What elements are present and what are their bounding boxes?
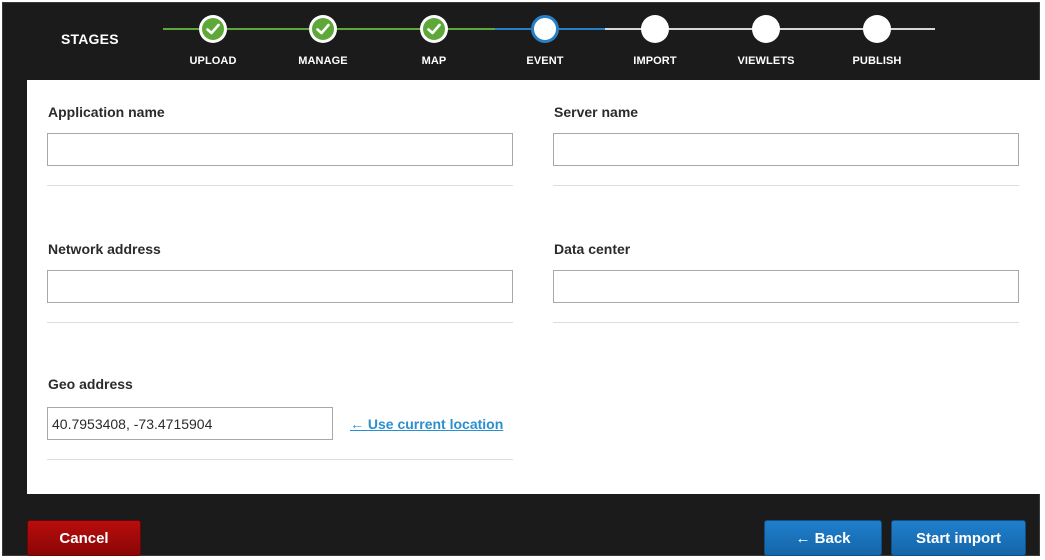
- stage-publish-node: [863, 15, 891, 43]
- event-form-panel: Application name Server name Network add…: [27, 80, 1040, 494]
- checkmark-icon: [312, 18, 334, 40]
- stage-viewlets-label: VIEWLETS: [737, 55, 795, 67]
- import-wizard-window: STAGES UPLOAD MANAGE MAP EVENT IMPORT VI…: [2, 2, 1040, 556]
- divider: [47, 459, 513, 460]
- network-address-input[interactable]: [47, 270, 513, 303]
- stage-publish-label: PUBLISH: [852, 55, 902, 67]
- stage-manage-node[interactable]: [309, 15, 337, 43]
- stage-upload-node[interactable]: [199, 15, 227, 43]
- divider: [47, 185, 513, 186]
- data-center-label: Data center: [554, 241, 631, 257]
- geo-address-input[interactable]: [47, 407, 333, 440]
- stage-map-node[interactable]: [420, 15, 448, 43]
- application-name-input[interactable]: [47, 133, 513, 166]
- stage-upload-label: UPLOAD: [189, 55, 237, 67]
- checkmark-icon: [202, 18, 224, 40]
- stages-title: STAGES: [61, 31, 119, 47]
- server-name-label: Server name: [554, 104, 639, 120]
- divider: [553, 185, 1019, 186]
- checkmark-icon: [423, 18, 445, 40]
- start-import-button[interactable]: Start import: [891, 520, 1026, 556]
- stage-manage-label: MANAGE: [298, 55, 348, 67]
- cancel-button[interactable]: Cancel: [27, 520, 141, 556]
- application-name-label: Application name: [48, 104, 165, 120]
- stages-progress-bar: STAGES UPLOAD MANAGE MAP EVENT IMPORT VI…: [3, 3, 1039, 74]
- stage-event-label: EVENT: [526, 55, 564, 67]
- data-center-input[interactable]: [553, 270, 1019, 303]
- stage-import-label: IMPORT: [633, 55, 677, 67]
- use-current-location-link[interactable]: ← Use current location: [350, 416, 503, 432]
- server-name-input[interactable]: [553, 133, 1019, 166]
- network-address-label: Network address: [48, 241, 161, 257]
- stage-import-node: [641, 15, 669, 43]
- divider: [553, 322, 1019, 323]
- geo-address-label: Geo address: [48, 376, 133, 392]
- stage-event-node[interactable]: [531, 15, 559, 43]
- back-button[interactable]: ← Back: [764, 520, 882, 556]
- stage-map-label: MAP: [421, 55, 447, 67]
- stage-viewlets-node: [752, 15, 780, 43]
- divider: [47, 322, 513, 323]
